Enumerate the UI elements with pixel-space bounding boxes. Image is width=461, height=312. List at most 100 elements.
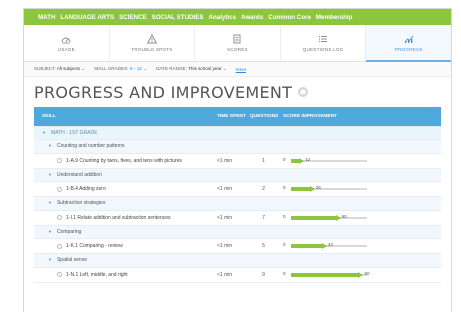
- top-nav: MATH LANGUAGE ARTS SCIENCE SOCIAL STUDIE…: [24, 9, 451, 25]
- filter-bar: SUBJECT: All subjects ⌄ SKILL GRADES: K …: [24, 62, 451, 77]
- tab-label: PROGRESS: [394, 47, 423, 52]
- nav-item-common-core[interactable]: Common Core: [268, 14, 311, 21]
- caret-down-icon: ▼: [48, 143, 52, 149]
- improvement-bar: 0 12: [283, 157, 441, 165]
- chevron-down-icon: ⌄: [81, 66, 86, 71]
- caret-down-icon: ▼: [42, 130, 46, 135]
- time-spent: <1 min: [217, 214, 233, 221]
- caret-down-icon: ▼: [48, 257, 52, 263]
- tab-label: TROUBLE SPOTS: [131, 47, 173, 52]
- skill-row[interactable]: 1-K.1 Comparing - review <1 min 5 0 42: [34, 239, 441, 254]
- skill-name[interactable]: 1-K.1 Comparing - review: [66, 243, 123, 249]
- chevron-down-icon: ⌄: [222, 66, 227, 71]
- time-spent: <1 min: [217, 271, 233, 278]
- skill-row[interactable]: 1-A.9 Counting by twos, fives, and tens …: [34, 153, 441, 169]
- category-label: Comparing: [56, 228, 82, 235]
- skill-status-icon: [57, 158, 62, 163]
- tab-label: QUESTIONS LOG: [302, 47, 344, 52]
- questions-count: 2: [262, 186, 265, 192]
- tab-label: SCORES: [227, 47, 248, 52]
- category-label: Subtraction strategies: [56, 200, 106, 207]
- tab-label: USAGE: [57, 47, 75, 52]
- arrow-head-icon: [358, 271, 364, 278]
- column-header-score[interactable]: SCORE IMPROVEMENT: [277, 114, 441, 119]
- nav-item-science[interactable]: SCIENCE: [119, 14, 147, 21]
- skill-row[interactable]: 1-B.4 Adding zero <1 min 2 0 26: [34, 182, 441, 197]
- arrow-head-icon: [299, 157, 305, 164]
- tab-trouble-spots[interactable]: TROUBLE SPOTS: [110, 25, 196, 61]
- skill-groups: ▼ Counting and number patterns 1-A.9 Coun…: [34, 140, 441, 283]
- skill-grades-filter[interactable]: SKILL GRADES: K - 12 ⌄: [94, 66, 147, 72]
- progress-icon: [404, 35, 414, 43]
- nav-item-math[interactable]: MATH: [38, 14, 55, 21]
- time-spent: <1 min: [217, 243, 233, 249]
- skill-status-icon: [57, 272, 62, 277]
- skill-status-icon: [57, 243, 62, 249]
- grade-section-label: MATH - 1ST GRADE: [50, 130, 98, 136]
- arrow-head-icon: [309, 186, 315, 192]
- nav-item-membership[interactable]: Membership: [316, 14, 352, 21]
- skill-name[interactable]: 1-B.4 Adding zero: [66, 186, 106, 192]
- caret-down-icon: ▼: [48, 228, 52, 234]
- questions-count: 7: [262, 214, 265, 221]
- time-spent: <1 min: [217, 157, 233, 164]
- bar-fill: [291, 187, 311, 191]
- score-start: 0: [283, 156, 286, 162]
- score-start: 0: [283, 185, 286, 190]
- skill-name[interactable]: 1-I.1 Relate addition and subtraction se…: [66, 215, 171, 221]
- bar-fill: [291, 244, 323, 248]
- category-row[interactable]: ▼ Counting and number patterns: [34, 140, 441, 154]
- category-row[interactable]: ▼ Spatial sense: [34, 254, 441, 268]
- score-end: 42: [327, 242, 334, 247]
- category-row[interactable]: ▼ Comparing: [34, 225, 441, 239]
- nav-item-language-arts[interactable]: LANGUAGE ARTS: [60, 14, 114, 21]
- nav-item-awards[interactable]: Awards: [241, 14, 263, 21]
- nav-item-analytics[interactable]: Analytics: [209, 14, 237, 21]
- score-end: 60: [341, 213, 347, 219]
- questions-count: 1: [262, 157, 265, 164]
- category-row[interactable]: ▼ Subtraction strategies: [34, 197, 441, 211]
- skill-name[interactable]: 1-N.1 Left, middle, and right: [66, 272, 128, 278]
- skill-name[interactable]: 1-A.9 Counting by twos, fives, and tens …: [66, 158, 182, 164]
- grade-section-row[interactable]: ▼ MATH - 1ST GRADE: [34, 127, 441, 140]
- arrow-head-icon: [335, 214, 341, 221]
- print-icon[interactable]: [298, 87, 309, 97]
- score-start: 0: [283, 270, 286, 276]
- improvement-bar: 0 60: [283, 214, 441, 222]
- category-row[interactable]: ▼ Understand addition: [34, 168, 441, 182]
- tab-progress[interactable]: PROGRESS: [366, 25, 451, 62]
- improvement-bar: 0 90: [283, 271, 441, 279]
- questions-count: 5: [262, 243, 265, 249]
- tab-scores[interactable]: SCORES: [195, 25, 281, 61]
- bar-fill: [291, 272, 360, 277]
- usage-icon: [61, 37, 71, 44]
- tab-usage[interactable]: USAGE: [24, 25, 110, 61]
- arrow-head-icon: [321, 243, 327, 249]
- list-icon: [318, 35, 328, 43]
- app-frame: MATH LANGUAGE ARTS SCIENCE SOCIAL STUDIE…: [23, 8, 452, 312]
- score-end: 26: [315, 185, 321, 190]
- nav-item-social-studies[interactable]: SOCIAL STUDIES: [152, 14, 204, 21]
- date-range-filter[interactable]: DATE RANGE: This school year ⌄: [156, 66, 227, 72]
- scores-icon: [234, 34, 241, 44]
- score-start: 0: [283, 242, 286, 247]
- category-label: Counting and number patterns: [56, 143, 125, 150]
- column-header-time[interactable]: TIME SPENT: [217, 114, 250, 119]
- bar-fill: [291, 215, 337, 220]
- column-header-questions[interactable]: QUESTIONS: [250, 114, 278, 119]
- reset-link[interactable]: reset: [236, 67, 246, 72]
- skill-row[interactable]: 1-N.1 Left, middle, and right <1 min 9 0…: [34, 267, 441, 283]
- skill-row[interactable]: 1-I.1 Relate addition and subtraction se…: [34, 210, 441, 226]
- category-label: Understand addition: [56, 171, 102, 178]
- warning-icon: [146, 34, 157, 44]
- caret-down-icon: ▼: [48, 200, 52, 206]
- progress-table: SKILL TIME SPENT QUESTIONS SCORE IMPROVE…: [34, 107, 441, 283]
- time-spent: <1 min: [217, 186, 233, 192]
- skill-status-icon: [57, 215, 62, 220]
- table-header: SKILL TIME SPENT QUESTIONS SCORE IMPROVE…: [34, 107, 441, 127]
- improvement-bar: 0 42: [283, 242, 441, 250]
- subject-filter[interactable]: SUBJECT: All subjects ⌄: [34, 66, 85, 72]
- column-header-skill[interactable]: SKILL: [34, 114, 217, 119]
- tab-questions-log[interactable]: QUESTIONS LOG: [281, 25, 367, 61]
- improvement-bar: 0 26: [283, 185, 441, 193]
